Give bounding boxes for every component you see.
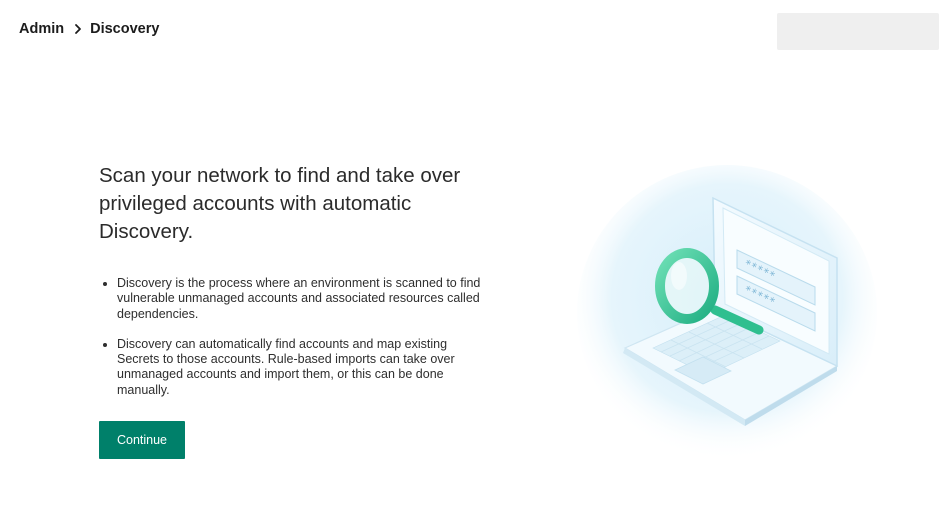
laptop-magnifying-glass-illustration: ***** ***** (577, 165, 877, 458)
chevron-right-icon (75, 24, 82, 34)
description-list: Discovery is the process where an enviro… (99, 276, 482, 398)
breadcrumb-admin-link[interactable]: Admin (19, 21, 64, 37)
breadcrumb-current: Discovery (90, 21, 160, 37)
list-item: Discovery can automatically find account… (117, 337, 482, 398)
page-headline: Scan your network to find and take over … (99, 164, 461, 243)
discovery-intro: Scan your network to find and take over … (99, 162, 482, 413)
header-action-placeholder (777, 13, 939, 50)
list-item: Discovery is the process where an enviro… (117, 276, 482, 322)
breadcrumb: Admin Discovery (19, 21, 159, 37)
continue-button[interactable]: Continue (99, 421, 185, 459)
page-header: Admin Discovery (0, 0, 939, 60)
